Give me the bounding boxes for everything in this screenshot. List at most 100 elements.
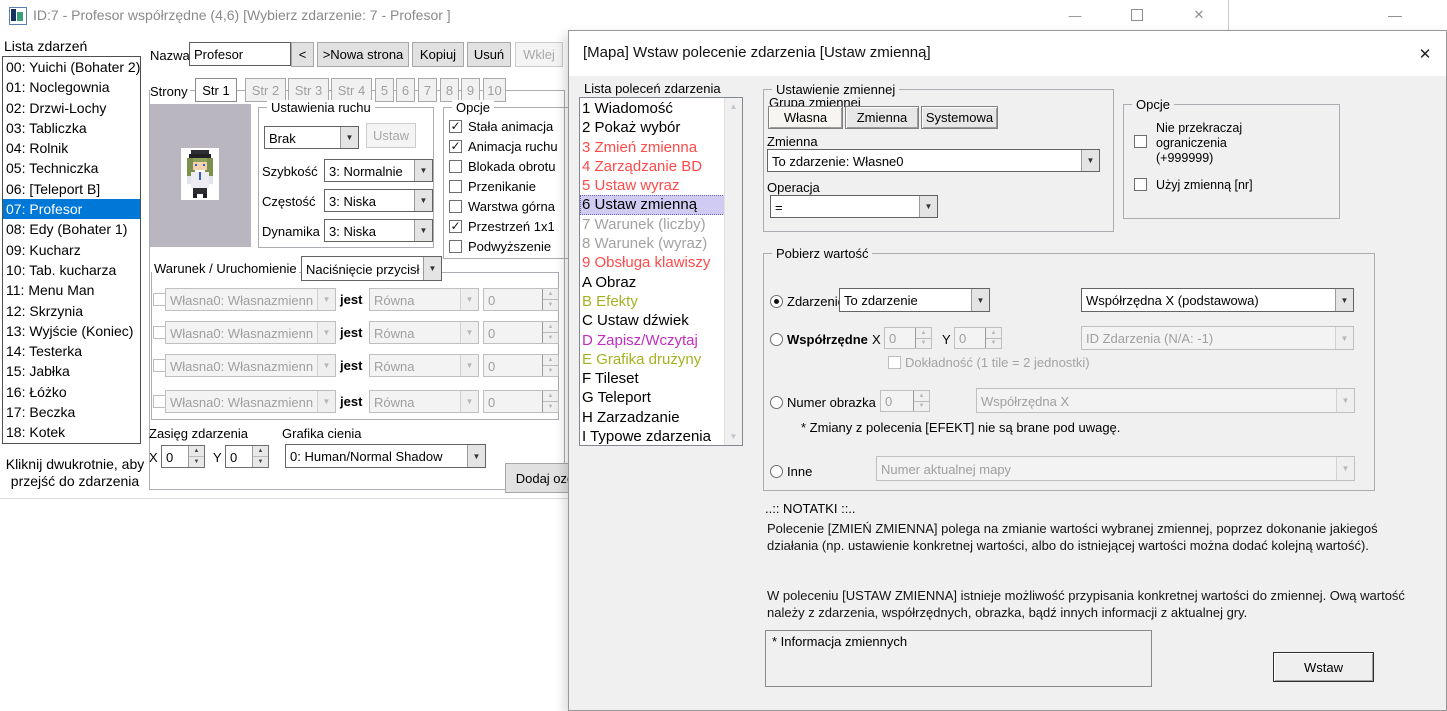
- dynamics-combobox[interactable]: 3: Niska▼: [324, 219, 433, 242]
- command-list-item[interactable]: F Tileset: [580, 369, 725, 388]
- event-list-item[interactable]: 15: Jabłka: [3, 361, 140, 381]
- command-list-item[interactable]: H Zarzadzanie: [580, 408, 725, 427]
- event-radio[interactable]: [770, 295, 783, 308]
- condition-variable-combobox[interactable]: Własna0: Własnazmienn▼: [165, 390, 336, 413]
- event-list-item[interactable]: 05: Techniczka: [3, 158, 140, 178]
- event-list-item[interactable]: 01: Noclegownia: [3, 77, 140, 97]
- event-property-combobox[interactable]: Współrzędna X (podstawowa)▼: [1081, 288, 1354, 312]
- option-checkbox[interactable]: [449, 200, 462, 213]
- coords-x-stepper[interactable]: 0 ▲▼: [884, 327, 932, 349]
- option-checkbox[interactable]: ✓: [449, 120, 462, 133]
- command-list-item[interactable]: 6 Ustaw zmienną: [580, 195, 725, 214]
- scroll-down-icon[interactable]: ▼: [725, 428, 742, 445]
- condition-value-stepper[interactable]: 0▲▼: [483, 321, 559, 344]
- event-list-item[interactable]: 14: Testerka: [3, 341, 140, 361]
- event-list-item[interactable]: 18: Kotek: [3, 422, 140, 442]
- event-list-item[interactable]: 17: Beczka: [3, 402, 140, 422]
- page-tab[interactable]: 10: [483, 78, 506, 102]
- background-window-minimize-button[interactable]: —: [1378, 4, 1412, 26]
- event-list-item[interactable]: 10: Tab. kucharza: [3, 260, 140, 280]
- page-tab[interactable]: 8: [440, 78, 459, 102]
- command-list-item[interactable]: D Zapisz/Wczytaj: [580, 331, 725, 350]
- event-list-item[interactable]: 03: Tabliczka: [3, 118, 140, 138]
- limit-checkbox[interactable]: [1134, 135, 1147, 148]
- spin-up-icon[interactable]: ▲: [189, 446, 204, 457]
- option-checkbox[interactable]: [449, 180, 462, 193]
- trigger-combobox[interactable]: Naciśnięcie przycisł▼: [301, 256, 442, 281]
- spin-up-icon[interactable]: ▲: [253, 446, 268, 457]
- event-id-combobox[interactable]: ID Zdarzenia (N/A: -1)▼: [1081, 326, 1354, 350]
- picture-radio[interactable]: [770, 396, 783, 409]
- condition-compare-combobox[interactable]: Równa▼: [369, 390, 479, 413]
- range-x-stepper[interactable]: 0 ▲▼: [161, 445, 205, 468]
- command-list-item[interactable]: C Ustaw dźwiek: [580, 311, 725, 330]
- spin-down-icon[interactable]: ▼: [253, 457, 268, 467]
- precision-checkbox[interactable]: [888, 356, 901, 369]
- condition-compare-combobox[interactable]: Równa▼: [369, 321, 479, 344]
- picture-number-stepper[interactable]: 0 ▲▼: [880, 390, 930, 412]
- event-list-item[interactable]: 06: [Teleport B]: [3, 179, 140, 199]
- option-checkbox[interactable]: [449, 240, 462, 253]
- command-list-scrollbar[interactable]: ▲ ▼: [724, 98, 742, 445]
- coords-y-stepper[interactable]: 0 ▲▼: [954, 327, 1002, 349]
- paste-button[interactable]: Wklej: [515, 42, 563, 67]
- event-list-item[interactable]: 04: Rolnik: [3, 138, 140, 158]
- range-y-stepper[interactable]: 0 ▲▼: [225, 445, 269, 468]
- new-page-button[interactable]: >Nowa strona: [317, 42, 409, 67]
- page-tab[interactable]: Str 2: [245, 78, 286, 102]
- condition-value-stepper[interactable]: 0▲▼: [483, 354, 559, 377]
- tab-zmienna[interactable]: Zmienna: [845, 106, 919, 129]
- page-tab[interactable]: 9: [461, 78, 480, 102]
- scroll-up-icon[interactable]: ▲: [725, 98, 742, 115]
- insert-button[interactable]: Wstaw: [1273, 652, 1374, 682]
- coords-radio[interactable]: [770, 333, 783, 346]
- command-list-item[interactable]: 5 Ustaw wyraz: [580, 176, 725, 195]
- variable-combobox[interactable]: To zdarzenie: Własne0▼: [767, 149, 1100, 172]
- tab-wlasna[interactable]: Własna: [768, 106, 843, 129]
- command-list[interactable]: 1 Wiadomość2 Pokaż wybór3 Zmień zmienna4…: [579, 97, 743, 446]
- event-source-combobox[interactable]: To zdarzenie▼: [839, 288, 990, 312]
- command-list-item[interactable]: E Grafika drużyny: [580, 350, 725, 369]
- delete-button[interactable]: Usuń: [467, 42, 511, 67]
- condition-variable-combobox[interactable]: Własna0: Własnazmienn▼: [165, 354, 336, 377]
- command-list-item[interactable]: 7 Warunek (liczby): [580, 215, 725, 234]
- condition-variable-combobox[interactable]: Własna0: Własnazmienn▼: [165, 288, 336, 311]
- page-tab[interactable]: Str 1: [195, 78, 237, 102]
- command-list-item[interactable]: 3 Zmień zmienna: [580, 138, 725, 157]
- event-list-item[interactable]: 16: Łóżko: [3, 382, 140, 402]
- command-list-item[interactable]: 4 Zarządzanie BD: [580, 157, 725, 176]
- command-list-item[interactable]: 2 Pokaż wybór: [580, 118, 725, 137]
- command-list-item[interactable]: I Typowe zdarzenia: [580, 427, 725, 446]
- command-list-item[interactable]: G Teleport: [580, 388, 725, 407]
- event-list-item[interactable]: 09: Kucharz: [3, 240, 140, 260]
- picture-property-combobox[interactable]: Współrzędna X▼: [976, 388, 1355, 413]
- page-tab[interactable]: Str 3: [288, 78, 329, 102]
- other-radio[interactable]: [770, 465, 783, 478]
- page-tab[interactable]: 6: [396, 78, 415, 102]
- event-list-item[interactable]: 13: Wyjście (Koniec): [3, 321, 140, 341]
- movement-type-combobox[interactable]: Brak▼: [264, 126, 359, 149]
- sprite-panel[interactable]: [150, 104, 251, 247]
- shadow-combobox[interactable]: 0: Human/Normal Shadow▼: [285, 444, 486, 468]
- command-list-item[interactable]: A Obraz: [580, 273, 725, 292]
- command-list-item[interactable]: 8 Warunek (wyraz): [580, 234, 725, 253]
- event-list-item[interactable]: 08: Edy (Bohater 1): [3, 219, 140, 239]
- frequency-combobox[interactable]: 3: Niska▼: [324, 189, 433, 212]
- page-tab[interactable]: 7: [418, 78, 437, 102]
- condition-value-stepper[interactable]: 0▲▼: [483, 390, 559, 413]
- option-checkbox[interactable]: ✓: [449, 140, 462, 153]
- condition-value-stepper[interactable]: 0▲▼: [483, 288, 559, 311]
- event-list-item[interactable]: 02: Drzwi-Lochy: [3, 98, 140, 118]
- maximize-button[interactable]: [1118, 2, 1156, 28]
- spin-down-icon[interactable]: ▼: [189, 457, 204, 467]
- use-variable-checkbox[interactable]: [1134, 178, 1147, 191]
- option-checkbox[interactable]: [449, 160, 462, 173]
- operation-combobox[interactable]: =▼: [770, 195, 938, 218]
- command-list-item[interactable]: B Efekty: [580, 292, 725, 311]
- option-checkbox[interactable]: ✓: [449, 220, 462, 233]
- prev-page-button[interactable]: <: [291, 42, 314, 67]
- page-tab[interactable]: Str 4: [331, 78, 372, 102]
- other-combobox[interactable]: Numer aktualnej mapy▼: [876, 456, 1355, 481]
- condition-compare-combobox[interactable]: Równa▼: [369, 288, 479, 311]
- copy-button[interactable]: Kopiuj: [412, 42, 464, 67]
